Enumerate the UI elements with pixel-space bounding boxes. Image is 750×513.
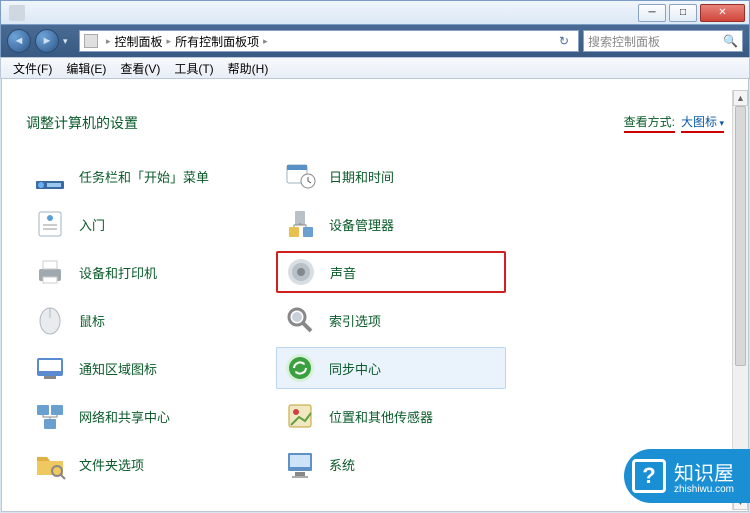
watermark-url: zhishiwu.com xyxy=(674,484,734,495)
cp-item-label: 索引选项 xyxy=(329,311,381,330)
cp-item-getting-started[interactable]: 入门 xyxy=(26,203,256,245)
cp-item-label: 系统 xyxy=(329,455,355,474)
cp-item-mouse[interactable]: 鼠标 xyxy=(26,299,256,341)
folder-options-icon xyxy=(33,447,67,481)
cp-item-system[interactable]: 系统 xyxy=(276,443,506,485)
cp-item-sound[interactable]: 声音 xyxy=(276,251,506,293)
navigation-bar: ◄ ► ▾ ▸ 控制面板 ▸ 所有控制面板项 ▸ ↻ 搜索控制面板 🔍 xyxy=(0,25,750,57)
cp-item-label: 鼠标 xyxy=(79,311,105,330)
watermark-name: 知识屋 xyxy=(674,463,734,485)
cp-item-label: 日期和时间 xyxy=(329,167,394,186)
control-panel-icon xyxy=(84,34,98,48)
cp-item-taskbar-start[interactable]: 任务栏和「开始」菜单 xyxy=(26,155,256,197)
watermark-badge: ? 知识屋 zhishiwu.com xyxy=(624,449,750,503)
menu-edit[interactable]: 编辑(E) xyxy=(60,58,112,79)
cp-item-sync-center[interactable]: 同步中心 xyxy=(276,347,506,389)
back-button[interactable]: ◄ xyxy=(7,29,31,53)
cp-item-label: 文件夹选项 xyxy=(79,455,144,474)
cp-item-label: 同步中心 xyxy=(329,359,381,378)
page-title: 调整计算机的设置 xyxy=(26,113,138,133)
cp-item-label: 入门 xyxy=(79,215,105,234)
watermark-icon: ? xyxy=(632,459,666,493)
cp-item-label: 声音 xyxy=(330,263,356,282)
date-time-icon xyxy=(283,159,317,193)
history-dropdown[interactable]: ▾ xyxy=(63,31,75,51)
network-sharing-icon xyxy=(33,399,67,433)
sync-center-icon xyxy=(283,351,317,385)
cp-item-label: 通知区域图标 xyxy=(79,359,157,378)
device-manager-icon xyxy=(283,207,317,241)
indexing-icon xyxy=(283,303,317,337)
view-mode-dropdown[interactable]: 大图标 xyxy=(681,113,724,133)
cp-item-date-time[interactable]: 日期和时间 xyxy=(276,155,506,197)
cp-item-label: 位置和其他传感器 xyxy=(329,407,433,426)
cp-item-network-sharing[interactable]: 网络和共享中心 xyxy=(26,395,256,437)
content-area: 调整计算机的设置 查看方式: 大图标 任务栏和「开始」菜单 日期和时间入门 设备管理… xyxy=(1,79,749,512)
cp-item-label: 网络和共享中心 xyxy=(79,407,170,426)
maximize-button[interactable]: □ xyxy=(669,4,697,22)
system-icon xyxy=(283,447,317,481)
getting-started-icon xyxy=(33,207,67,241)
location-sensors-icon xyxy=(283,399,317,433)
cp-item-folder-options[interactable]: 文件夹选项 xyxy=(26,443,256,485)
search-input[interactable]: 搜索控制面板 🔍 xyxy=(583,30,743,52)
taskbar-start-icon xyxy=(33,159,67,193)
search-icon[interactable]: 🔍 xyxy=(723,34,738,48)
window-titlebar: ─ □ ✕ xyxy=(0,0,750,25)
breadcrumb-current[interactable]: 所有控制面板项 xyxy=(175,33,259,50)
app-icon xyxy=(9,5,25,21)
cp-item-indexing[interactable]: 索引选项 xyxy=(276,299,506,341)
cp-item-devices-printers[interactable]: 设备和打印机 xyxy=(26,251,256,293)
cp-item-label: 设备和打印机 xyxy=(79,263,157,282)
menu-bar: 文件(F) 编辑(E) 查看(V) 工具(T) 帮助(H) xyxy=(0,57,750,79)
scroll-thumb[interactable] xyxy=(735,106,746,366)
cp-item-location-sensors[interactable]: 位置和其他传感器 xyxy=(276,395,506,437)
scroll-up-button[interactable]: ▲ xyxy=(733,90,748,106)
view-mode-label: 查看方式: xyxy=(624,113,675,133)
cp-item-notification-icons[interactable]: 通知区域图标 xyxy=(26,347,256,389)
items-grid: 任务栏和「开始」菜单 日期和时间入门 设备管理器设备和打印机 声音鼠标 索引选项通知区域… xyxy=(26,155,724,485)
cp-item-label: 任务栏和「开始」菜单 xyxy=(79,167,209,186)
close-button[interactable]: ✕ xyxy=(700,4,745,22)
forward-button[interactable]: ► xyxy=(35,29,59,53)
minimize-button[interactable]: ─ xyxy=(638,4,666,22)
address-bar[interactable]: ▸ 控制面板 ▸ 所有控制面板项 ▸ ↻ xyxy=(79,30,579,52)
vertical-scrollbar[interactable]: ▲ ▼ xyxy=(732,90,748,510)
mouse-icon xyxy=(33,303,67,337)
notification-icons-icon xyxy=(33,351,67,385)
sound-icon xyxy=(284,255,318,289)
cp-item-label: 设备管理器 xyxy=(329,215,394,234)
cp-item-device-manager[interactable]: 设备管理器 xyxy=(276,203,506,245)
menu-file[interactable]: 文件(F) xyxy=(7,58,58,79)
menu-help[interactable]: 帮助(H) xyxy=(222,58,275,79)
menu-tools[interactable]: 工具(T) xyxy=(168,58,219,79)
menu-view[interactable]: 查看(V) xyxy=(114,58,166,79)
search-placeholder: 搜索控制面板 xyxy=(588,33,660,50)
refresh-button[interactable]: ↻ xyxy=(554,34,574,48)
devices-printers-icon xyxy=(33,255,67,289)
breadcrumb-root[interactable]: 控制面板 xyxy=(115,33,163,50)
